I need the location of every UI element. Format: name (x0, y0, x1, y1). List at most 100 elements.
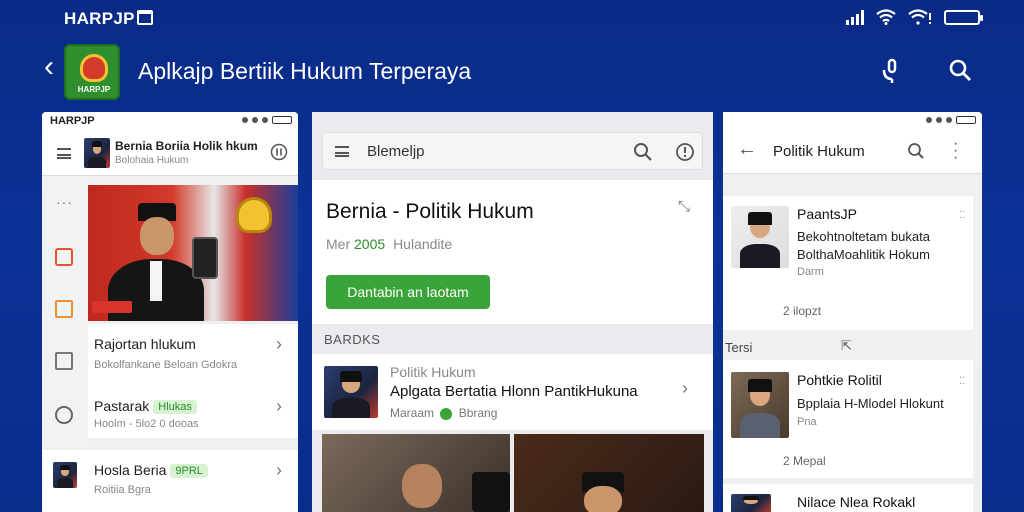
search-icon[interactable] (907, 142, 925, 160)
news-kicker: Politik Hukum (390, 364, 476, 380)
headline-card: Bernia - Politik Hukum ⤡ Mer 2005 Huland… (312, 180, 713, 324)
menu-icon[interactable] (335, 146, 349, 157)
meta-prefix: Mer (326, 236, 351, 252)
status-bar: HARPJP (0, 0, 1024, 36)
card-line-3: Darm (797, 266, 824, 278)
left-header-title: Bernia Boriia Holik hkum (115, 139, 258, 153)
back-arrow-icon[interactable]: ‹ (44, 52, 54, 82)
left-list-item-3[interactable]: Hosla Beria 9PRL Roitiia Bgra › (42, 450, 298, 512)
chevron-right-icon[interactable]: › (682, 378, 688, 399)
right-header-title: Politik Hukum (773, 143, 865, 160)
card-name: Nilace Nlea Rokakl (797, 494, 916, 510)
news-meta: Maraam Bbrang (390, 406, 497, 420)
list-item-2-title: Pastarak (94, 398, 150, 414)
info-icon[interactable] (675, 142, 695, 162)
search-icon[interactable] (948, 58, 972, 82)
photo-right[interactable] (514, 434, 704, 512)
screen-left: HARPJP Bernia Boriia Holik hkum Bolohaia… (42, 112, 298, 512)
right-header: ← Politik Hukum · · · (723, 128, 982, 174)
headline-meta: Mer 2005 Hulandite (326, 236, 452, 252)
screen-middle: Blemeljp Bernia - Politik Hukum ⤡ Mer 20… (312, 112, 713, 512)
avatar (84, 138, 110, 168)
menu-icon[interactable] (57, 148, 71, 159)
screen-right: ← Politik Hukum · · · PaantsJP ⁚⁚ Bekohtno… (723, 112, 982, 512)
right-card-3[interactable]: Nilace Nlea Rokakl (723, 484, 973, 512)
right-section-label: Tersi (725, 340, 753, 355)
card-line-1: Bekohtnoltetam bukata (797, 229, 930, 244)
right-card-2[interactable]: Pohtkie Rolitil ⁚⁚ Bpplaia H-Mlodel Hlok… (723, 360, 973, 478)
app-bar: ‹ HARPJP Aplkajp Bertiik Hukum Terperaya (0, 36, 1024, 106)
list-item-1-subtitle: Bokolfankane Beloan Gdokra (94, 359, 238, 371)
back-arrow-icon[interactable]: ← (737, 138, 757, 161)
card-photo (731, 372, 789, 438)
more-vert-icon[interactable]: · · · (953, 136, 958, 166)
more-icon[interactable]: ⁚⁚ (959, 210, 965, 221)
card-name: PaantsJP (797, 206, 857, 222)
clock-icon[interactable] (55, 406, 73, 424)
card-footer: 2 ilopzt (783, 304, 822, 318)
left-header-subtitle: Bolohaia Hukum (115, 155, 189, 166)
cta-button[interactable]: Dantabin an laotam (326, 275, 490, 309)
chevron-right-icon[interactable]: › (276, 460, 282, 481)
hero-image[interactable] (88, 185, 298, 321)
book-icon[interactable] (55, 300, 73, 318)
section-label: BARDKS (324, 332, 381, 347)
news-thumb (324, 366, 378, 418)
card-name: Pohtkie Rolitil (797, 372, 882, 388)
chevron-right-icon[interactable]: › (276, 334, 282, 355)
meta-suffix: Hulandite (393, 236, 453, 252)
item-thumb (53, 462, 77, 488)
verified-icon (440, 407, 453, 420)
list-item-3-subtitle: Roitiia Bgra (94, 484, 151, 496)
status-brand: HARPJP (64, 9, 135, 28)
microphone-icon[interactable] (880, 58, 902, 84)
news-title: Aplgata Bertatia Hlonn PantikHukuna (390, 383, 638, 400)
pin-icon[interactable]: ⤡ (678, 198, 690, 215)
battery-icon (944, 9, 983, 25)
news-meta-suffix: Bbrang (458, 406, 498, 420)
mini-brand: HARPJP (50, 115, 95, 127)
image-icon[interactable] (55, 352, 73, 370)
list-item-2-badge: Hlukas (153, 400, 197, 415)
pause-circle-icon[interactable] (270, 143, 288, 161)
card-line-2: Pna (797, 416, 817, 428)
mini-status-bar: HARPJP (42, 112, 298, 130)
chevron-right-icon[interactable]: › (276, 396, 282, 417)
news-list-item[interactable]: Politik Hukum Aplgata Bertatia Hlonn Pan… (312, 354, 713, 430)
pin-icon[interactable]: ⇱ (841, 338, 852, 354)
logo-text: HARPJP (77, 85, 111, 94)
headline: Bernia - Politik Hukum (326, 200, 534, 223)
right-card-1[interactable]: PaantsJP ⁚⁚ Bekohtnoltetam bukata Boltha… (723, 196, 973, 330)
app-title: Aplkajp Bertiik Hukum Terperaya (138, 58, 472, 84)
list-item-3: Hosla Beria 9PRL (94, 462, 208, 479)
left-header: Bernia Boriia Holik hkum Bolohaia Hukum (42, 130, 298, 176)
list-item-1-title[interactable]: Rajortan hlukum (94, 336, 196, 352)
wifi-icon (876, 9, 896, 25)
status-icons (846, 9, 983, 25)
card-footer: 2 Mepal (783, 454, 826, 468)
more-icon[interactable]: ⁚⁚ (959, 376, 965, 387)
photo-left[interactable] (322, 434, 510, 512)
list-item-2[interactable]: Pastarak Hlukas (94, 398, 197, 415)
meta-year: 2005 (354, 236, 386, 252)
wifi-alert-icon (908, 9, 931, 25)
card-line-2: BolthaMoahlitik Hokum (797, 247, 930, 262)
home-icon[interactable] (55, 248, 73, 266)
search-icon[interactable] (633, 142, 653, 162)
more-dots-icon[interactable]: ··· (56, 194, 73, 210)
app-logo: HARPJP (64, 44, 120, 100)
card-line-1: Bpplaia H-Mlodel Hlokunt (797, 396, 944, 411)
left-list: Rajortan hlukum Bokolfankane Beloan Gdok… (88, 324, 298, 438)
mini-status-bar (723, 112, 982, 128)
calendar-icon (137, 10, 153, 25)
card-photo (731, 494, 771, 512)
list-item-3-badge: 9PRL (170, 464, 208, 479)
mini-status-icons (926, 116, 976, 124)
search-bar[interactable]: Blemeljp (322, 132, 703, 170)
card-photo (731, 206, 789, 268)
emblem-icon (80, 54, 108, 82)
signal-icon (846, 9, 864, 25)
search-input[interactable]: Blemeljp (367, 143, 425, 160)
news-meta-prefix: Maraam (390, 406, 435, 420)
mini-status-icons (242, 116, 292, 124)
